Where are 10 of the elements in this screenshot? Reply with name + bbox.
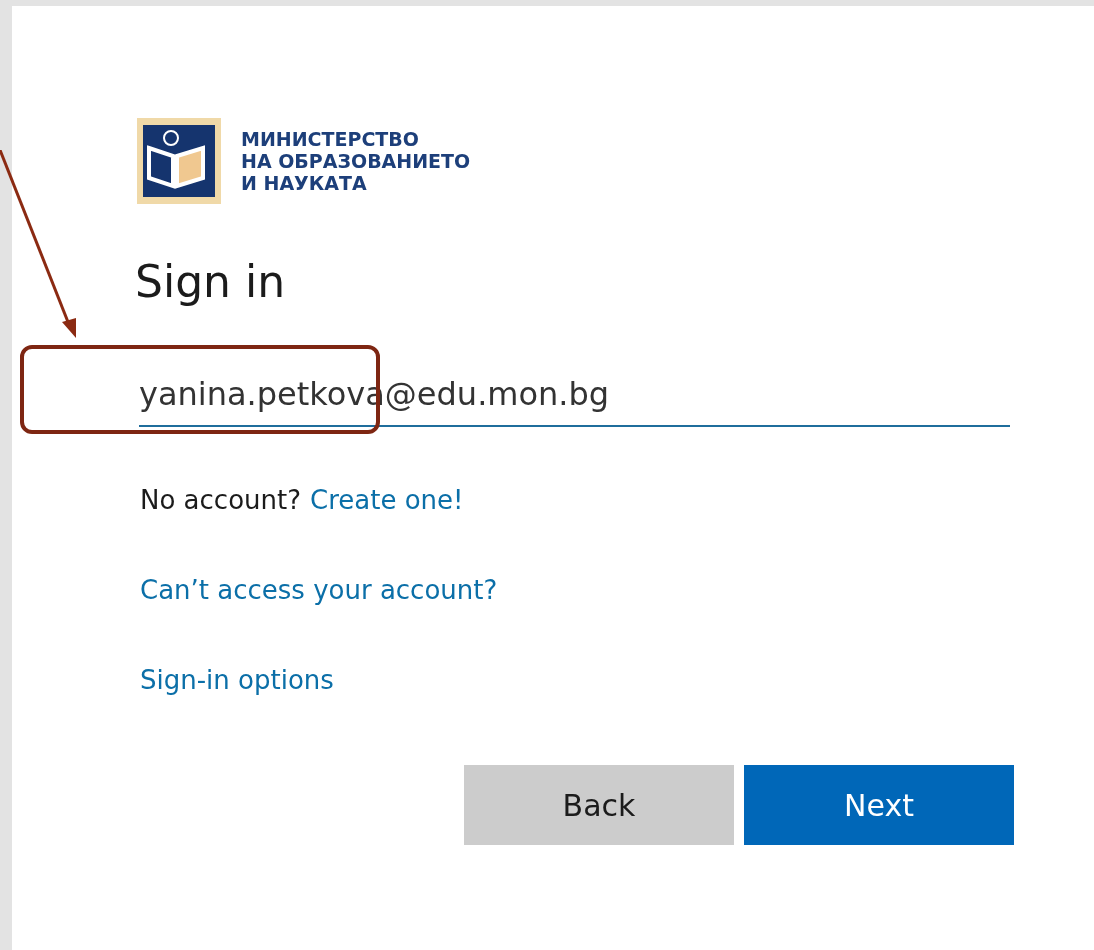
ministry-name: НА ОБРАЗОВАНИЕТО bbox=[241, 150, 471, 172]
ministry-name: И НАУКАТА bbox=[241, 172, 368, 194]
no-account-text: No account? bbox=[140, 485, 301, 515]
create-account-link[interactable]: Create one! bbox=[310, 485, 464, 515]
help-link[interactable]: Can’t access your account? bbox=[140, 575, 498, 605]
sign-in-heading: Sign in bbox=[135, 256, 287, 307]
next-button[interactable]: Next bbox=[744, 765, 1014, 845]
back-button[interactable]: Back bbox=[464, 765, 734, 845]
ministry-name: МИНИСТЕРСТВО bbox=[241, 128, 420, 150]
help-link[interactable]: Sign-in options bbox=[140, 665, 334, 695]
